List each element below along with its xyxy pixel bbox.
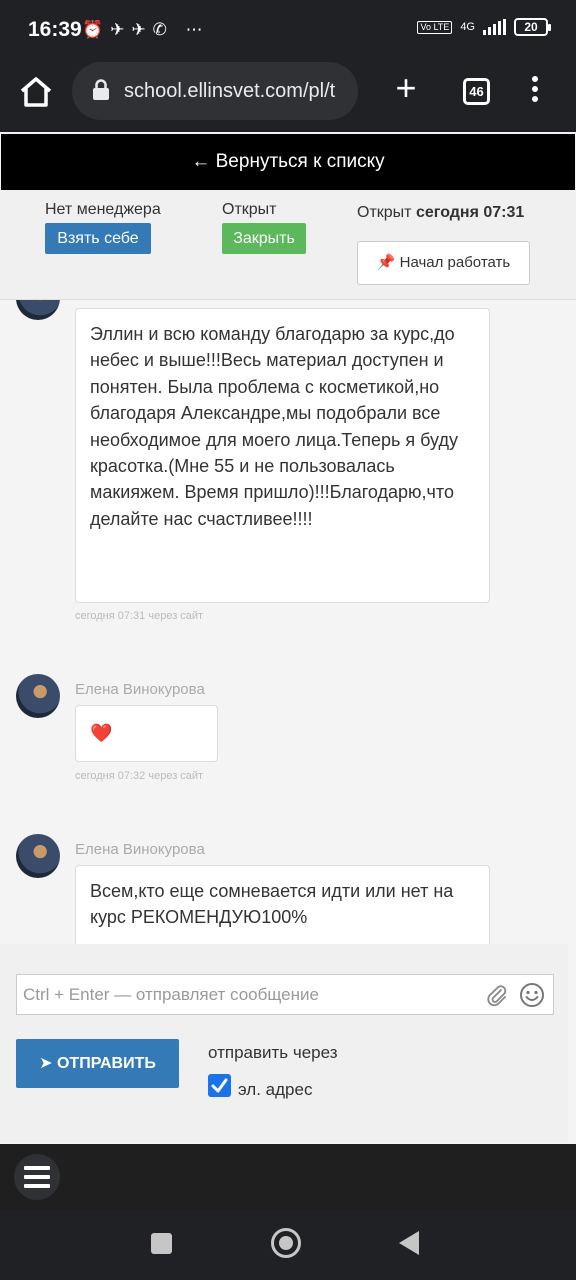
avatar [16,300,60,320]
back-to-list-link[interactable]: ← Вернуться к списку [1,134,575,190]
address-bar[interactable]: school.ellinsvet.com/pl/t [72,62,358,120]
message-author: Елена Винокурова [75,841,205,858]
pin-icon: 📌 [376,254,396,271]
message-input-placeholder: Ctrl + Enter — отправляет сообщение [23,985,319,1004]
email-checkbox-label: эл. адрес [238,1080,313,1099]
signal-icon [483,19,506,35]
message-meta: сегодня 07:31 через сайт [75,610,204,622]
message-list[interactable]: Эллин и всю команду благодарю за курс,до… [0,300,576,944]
back-triangle-icon[interactable] [399,1231,419,1255]
message-meta: сегодня 07:32 через сайт [75,770,204,782]
send-button-label: ОТПРАВИТЬ [56,1055,156,1072]
message-bubble: ❤️ [75,705,218,762]
avatar [16,834,60,878]
opened-prefix: Открыт [357,204,412,221]
close-ticket-button[interactable]: Закрыть [222,223,306,254]
lock-icon [92,79,110,106]
volte-icon: Vo LTE [417,20,453,34]
network-label: 4G [460,21,475,33]
status-right: Vo LTE 4G 20 [417,18,551,36]
manager-label: Нет менеджера [45,201,161,218]
message-bubble: Эллин и всю команду благодарю за курс,до… [75,308,490,603]
url-text: school.ellinsvet.com/pl/t [124,80,336,102]
send-via-label: отправить через [208,1043,338,1062]
web-page: ← Вернуться к списку Нет менеджера Взять… [0,132,576,1144]
reply-composer: Ctrl + Enter — отправляет сообщение ➤ ОТ… [0,944,568,1142]
battery-icon: 20 [514,18,551,36]
recents-icon[interactable] [151,1233,172,1254]
emoji-icon[interactable] [519,982,545,1022]
app-bottom-bar [0,1144,576,1210]
hamburger-menu-icon[interactable] [14,1154,60,1200]
message-author: Елена Винокурова [75,681,205,698]
tab-switcher-button[interactable]: 46 [463,78,490,105]
paperclip-icon[interactable] [485,983,509,1022]
status-time: 16:39 [28,18,82,41]
message-bubble: Всем,кто еще сомневается идти или нет на… [75,865,490,944]
home-icon[interactable] [18,74,54,110]
notification-icons: ⏰✈✈✆ ⋯ [82,20,210,39]
start-work-button[interactable]: 📌 Начал работать [357,241,530,285]
browser-menu-icon[interactable] [527,76,543,106]
ticket-header: Нет менеджера Взять себе Открыт Закрыть … [0,190,576,300]
start-work-label: Начал работать [399,254,511,271]
send-icon: ➤ [39,1055,53,1072]
avatar [16,674,60,718]
status-bar: 16:39 ⏰✈✈✆ ⋯ Vo LTE 4G 20 [0,0,576,60]
opened-time: сегодня 07:31 [415,204,525,221]
new-tab-button[interactable]: + [388,70,424,106]
home-circle-icon[interactable] [271,1228,301,1258]
take-button[interactable]: Взять себе [45,223,151,254]
browser-toolbar: school.ellinsvet.com/pl/t + 46 [0,60,576,132]
opened-info: Открыт сегодня 07:31 [357,204,524,222]
email-checkbox[interactable] [208,1074,231,1097]
status-label: Открыт [222,201,277,218]
send-button[interactable]: ➤ ОТПРАВИТЬ [16,1039,179,1088]
system-nav-bar [0,1210,576,1280]
message-input[interactable]: Ctrl + Enter — отправляет сообщение [16,974,554,1015]
